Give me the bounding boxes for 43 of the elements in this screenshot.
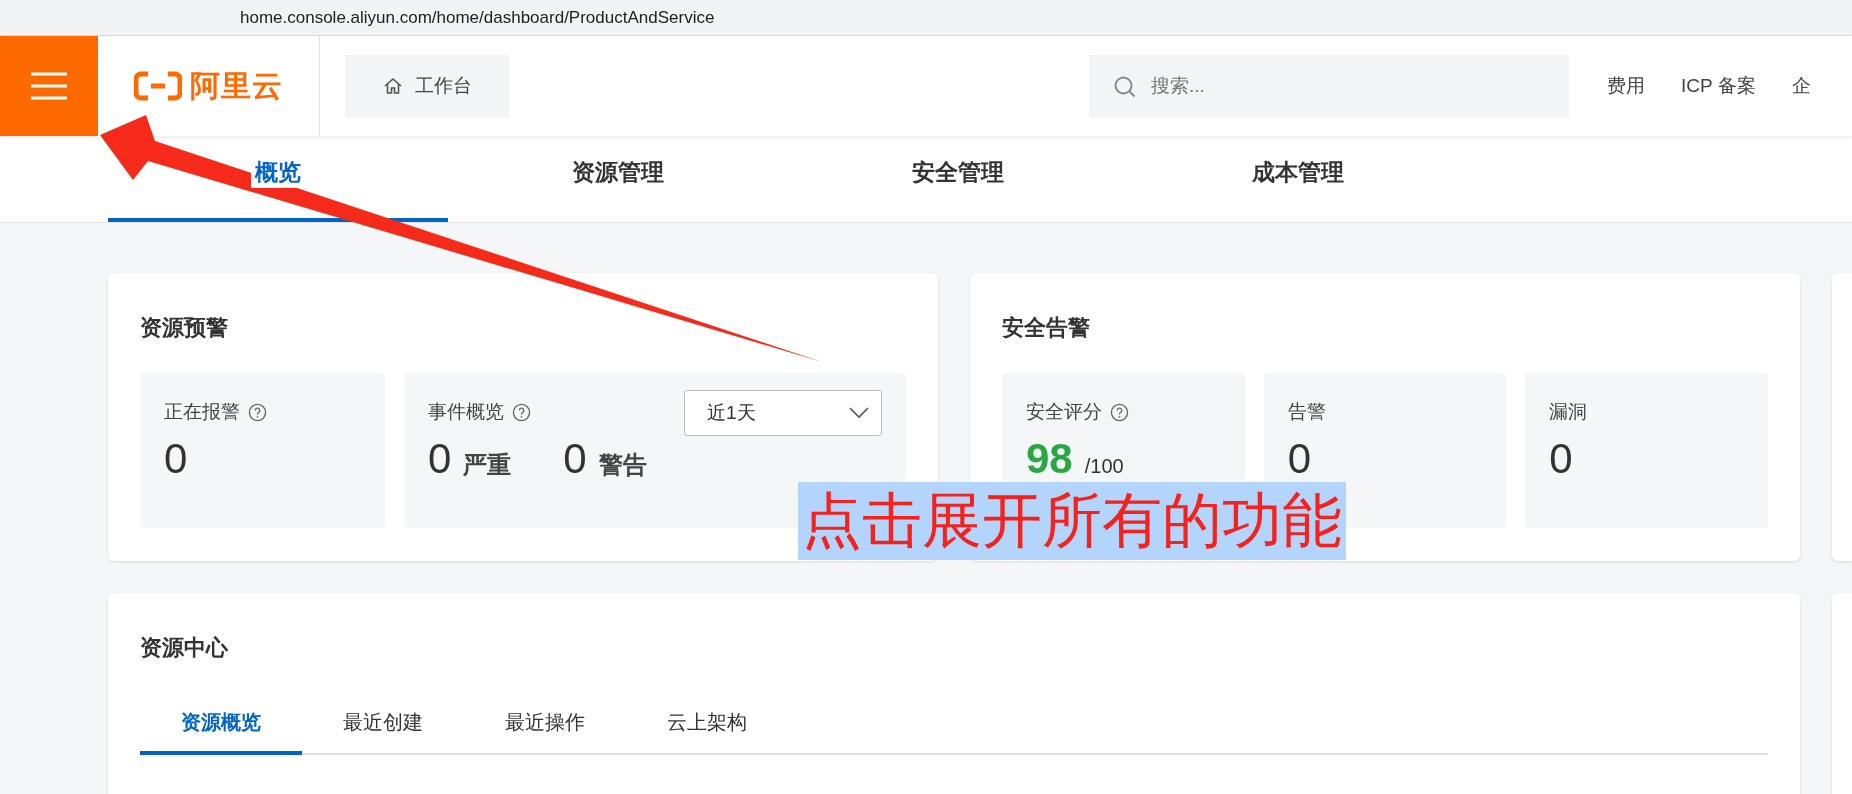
logo-icon — [134, 71, 182, 101]
search-icon — [1113, 74, 1137, 99]
help-icon[interactable] — [1110, 402, 1129, 422]
annotation-label: 点击展开所有的功能 — [798, 482, 1346, 560]
card-tab[interactable]: 最近操作 — [464, 693, 626, 755]
help-icon[interactable] — [248, 402, 267, 422]
stat-value: 0 — [1549, 435, 1573, 483]
stat-value: 0 — [164, 435, 188, 483]
stat-value: 0 — [428, 435, 452, 483]
home-icon — [382, 76, 403, 96]
card-title: 安全告警 — [1002, 314, 1091, 342]
caret-icon — [849, 407, 869, 419]
address-bar[interactable]: home.console.aliyun.com/home/dashboard/ProductAndService — [0, 0, 1852, 36]
score-max: /100 — [1084, 455, 1124, 478]
stat-label: 警告 — [598, 450, 647, 480]
help-icon[interactable] — [512, 402, 531, 422]
nav-tab[interactable]: 安全管理 — [788, 136, 1128, 222]
menu-button[interactable] — [0, 36, 98, 136]
card-tab[interactable]: 云上架构 — [626, 693, 788, 755]
nav-tab[interactable]: 资源管理 — [448, 136, 788, 222]
stat-label: 严重 — [463, 450, 512, 480]
nav-tab[interactable]: 成本管理 — [1128, 136, 1468, 222]
tile-label: 漏洞 — [1549, 400, 1588, 424]
card-tab[interactable]: 最近创建 — [302, 693, 464, 755]
header-link[interactable]: 费用 — [1607, 73, 1645, 99]
card-tab[interactable]: 资源概览 — [140, 693, 302, 755]
menu-icon — [31, 72, 67, 100]
card-title: 资源中心 — [140, 634, 229, 662]
logo-text: 阿里云 — [190, 67, 283, 104]
tile-label: 正在报警 — [164, 400, 240, 424]
header-link[interactable]: 企 — [1791, 73, 1811, 99]
score-value: 98 — [1026, 435, 1073, 483]
header-link[interactable]: ICP 备案 — [1681, 73, 1756, 99]
stat-value: 0 — [1287, 435, 1311, 483]
search-field[interactable]: 搜索... — [1089, 54, 1569, 118]
url-text: home.console.aliyun.com/home/dashboard/ProductAndService — [240, 7, 715, 28]
tile-label: 安全评分 — [1026, 400, 1102, 424]
workbench-button[interactable]: 工作台 — [345, 54, 509, 118]
stat-value: 0 — [563, 435, 587, 483]
tile-label: 告警 — [1287, 400, 1326, 424]
card-title: 资源预警 — [140, 314, 229, 342]
tile-label: 事件概览 — [428, 400, 504, 424]
period-dropdown[interactable]: 近1天 — [684, 390, 882, 436]
